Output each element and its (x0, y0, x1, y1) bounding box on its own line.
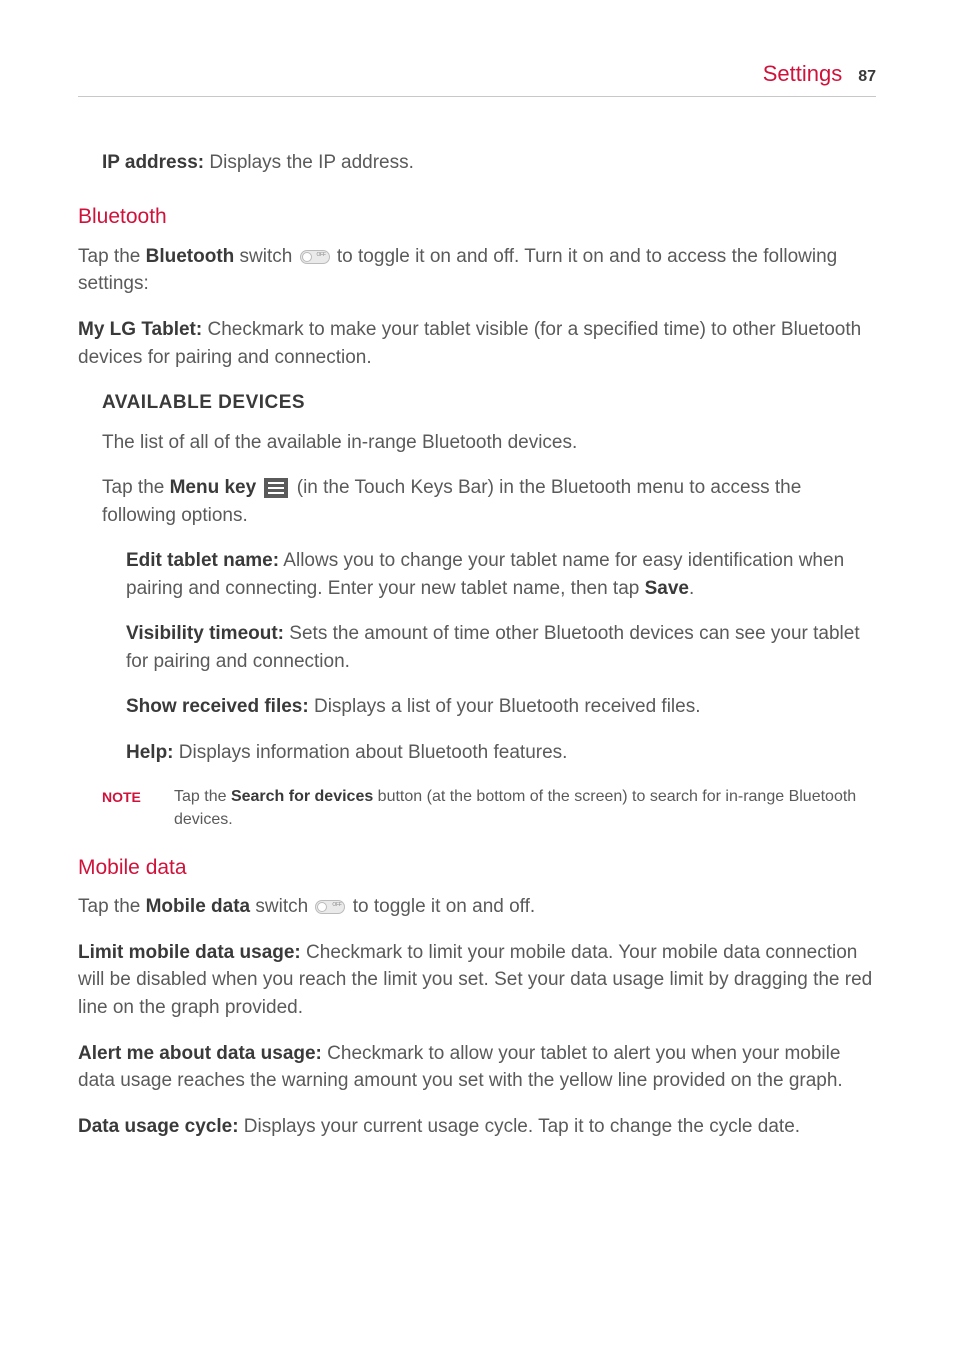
data-usage-cycle-item: Data usage cycle: Displays your current … (78, 1113, 876, 1141)
available-devices-desc: The list of all of the available in-rang… (102, 429, 876, 457)
ip-address-item: IP address: Displays the IP address. (102, 149, 876, 177)
ip-address-label: IP address: (102, 152, 204, 173)
menu-key-icon (264, 478, 288, 498)
note-text: Tap the Search for devices button (at th… (174, 785, 876, 831)
menu-key-instruction: Tap the Menu key (in the Touch Keys Bar)… (102, 474, 876, 529)
mobile-intro-mid: switch (250, 896, 313, 917)
note-bold: Search for devices (231, 788, 373, 805)
show-received-files-item: Show received files: Displays a list of … (126, 693, 876, 721)
menu-mid (256, 477, 261, 498)
mobile-intro-pre: Tap the (78, 896, 146, 917)
mobile-data-heading: Mobile data (78, 853, 876, 883)
toggle-off-icon (315, 900, 345, 914)
header-section-title: Settings (763, 58, 843, 90)
show-label: Show received files: (126, 696, 309, 717)
mobile-intro-post: to toggle it on and off. (347, 896, 535, 917)
cycle-label: Data usage cycle: (78, 1116, 239, 1137)
toggle-off-icon (300, 250, 330, 264)
edit-tablet-name-item: Edit tablet name: Allows you to change y… (126, 547, 876, 602)
help-desc: Displays information about Bluetooth fea… (174, 742, 568, 763)
visibility-label: Visibility timeout: (126, 623, 284, 644)
note-pre: Tap the (174, 788, 231, 805)
bluetooth-intro-bold: Bluetooth (146, 246, 235, 267)
cycle-desc: Displays your current usage cycle. Tap i… (239, 1116, 801, 1137)
mobile-intro-bold: Mobile data (146, 896, 251, 917)
menu-pre: Tap the (102, 477, 170, 498)
limit-label: Limit mobile data usage: (78, 942, 301, 963)
note-block: NOTE Tap the Search for devices button (… (102, 785, 876, 831)
alert-data-usage-item: Alert me about data usage: Checkmark to … (78, 1040, 876, 1095)
page-header: Settings 87 (78, 58, 876, 97)
edit-label: Edit tablet name: (126, 550, 279, 571)
mobile-data-intro: Tap the Mobile data switch to toggle it … (78, 893, 876, 921)
header-page-number: 87 (858, 65, 876, 88)
limit-mobile-data-item: Limit mobile data usage: Checkmark to li… (78, 939, 876, 1022)
document-page: Settings 87 IP address: Displays the IP … (0, 0, 954, 1198)
edit-save: Save (645, 578, 689, 599)
help-label: Help: (126, 742, 174, 763)
help-item: Help: Displays information about Bluetoo… (126, 739, 876, 767)
bluetooth-heading: Bluetooth (78, 202, 876, 232)
available-devices-heading: AVAILABLE DEVICES (102, 389, 876, 417)
visibility-timeout-item: Visibility timeout: Sets the amount of t… (126, 620, 876, 675)
bluetooth-intro-mid: switch (234, 246, 297, 267)
my-lg-tablet-item: My LG Tablet: Checkmark to make your tab… (78, 316, 876, 371)
note-label: NOTE (102, 785, 174, 831)
my-lg-tablet-label: My LG Tablet: (78, 319, 202, 340)
bluetooth-intro-pre: Tap the (78, 246, 146, 267)
edit-desc-post: . (689, 578, 694, 599)
alert-label: Alert me about data usage: (78, 1043, 322, 1064)
ip-address-desc: Displays the IP address. (204, 152, 414, 173)
menu-bold: Menu key (170, 477, 257, 498)
bluetooth-intro: Tap the Bluetooth switch to toggle it on… (78, 243, 876, 298)
show-desc: Displays a list of your Bluetooth receiv… (309, 696, 701, 717)
